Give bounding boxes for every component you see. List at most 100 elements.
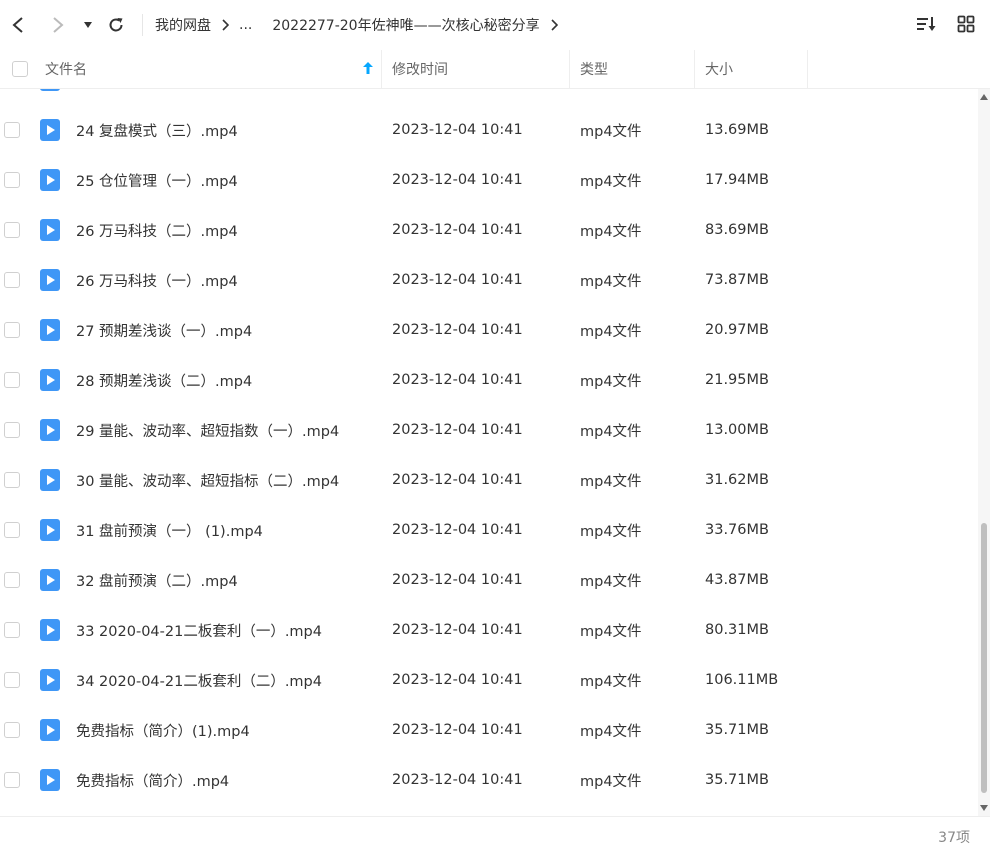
row-checkbox[interactable] — [4, 222, 20, 238]
row-checkbox-cell — [0, 222, 32, 238]
row-checkbox[interactable] — [4, 372, 20, 388]
file-size: 43.87MB — [705, 572, 769, 588]
row-checkbox-cell — [0, 672, 32, 688]
select-all-checkbox[interactable] — [12, 61, 28, 77]
column-header-mtime-label: 修改时间 — [392, 62, 448, 78]
row-checkbox[interactable] — [4, 122, 20, 138]
file-size: 31.62MB — [705, 472, 769, 488]
file-type: mp4文件 — [580, 373, 642, 390]
file-mtime: 2023-12-04 10:41 — [392, 722, 523, 738]
file-name[interactable]: 27 预期差浅谈（一）.mp4 — [68, 320, 382, 341]
sort-ascending-icon — [363, 62, 373, 74]
item-count: 37项 — [938, 830, 970, 846]
file-type: mp4文件 — [580, 623, 642, 640]
file-row[interactable]: 33 2020-04-21二板套利（一）.mp4 2023-12-04 10:41… — [0, 605, 978, 655]
file-name[interactable]: 免费指标（简介）(1).mp4 — [68, 720, 382, 741]
select-all-cell — [0, 50, 40, 88]
row-checkbox[interactable] — [4, 422, 20, 438]
file-mtime: 2023-12-04 10:41 — [392, 172, 523, 188]
file-name[interactable]: 23 复盘模式（二）.mp4 — [68, 89, 382, 91]
row-checkbox[interactable] — [4, 722, 20, 738]
row-checkbox[interactable] — [4, 522, 20, 538]
column-header-size-label: 大小 — [705, 62, 733, 78]
file-mtime: 2023-12-04 10:41 — [392, 572, 523, 588]
file-row[interactable]: 34 2020-04-21二板套利（二）.mp4 2023-12-04 10:41… — [0, 655, 978, 705]
grid-view-button[interactable] — [952, 10, 980, 38]
row-checkbox-cell — [0, 772, 32, 788]
scrollbar-thumb[interactable] — [981, 523, 987, 793]
file-row[interactable]: 30 量能、波动率、超短指标（二）.mp4 2023-12-04 10:41 mp4… — [0, 455, 978, 505]
column-header: 文件名 修改时间 类型 大小 — [0, 50, 990, 89]
file-name[interactable]: 32 盘前预演（二）.mp4 — [68, 570, 382, 591]
row-checkbox-cell — [0, 622, 32, 638]
file-name[interactable]: 25 仓位管理（一）.mp4 — [68, 170, 382, 191]
row-checkbox[interactable] — [4, 772, 20, 788]
column-header-name[interactable]: 文件名 — [40, 50, 382, 88]
file-name[interactable]: 26 万马科技（二）.mp4 — [68, 220, 382, 241]
video-file-icon — [40, 419, 68, 441]
file-size: 73.87MB — [705, 272, 769, 288]
file-name[interactable]: 24 复盘模式（三）.mp4 — [68, 120, 382, 141]
sort-menu-button[interactable] — [912, 10, 940, 38]
row-checkbox-cell — [0, 722, 32, 738]
file-row[interactable]: 24 复盘模式（三）.mp4 2023-12-04 10:41 mp4文件 13.69… — [0, 105, 978, 155]
file-row[interactable]: 23 复盘模式（二）.mp42023-12-04 10:41mp4文件12.89… — [0, 89, 978, 105]
row-checkbox-cell — [0, 322, 32, 338]
file-mtime: 2023-12-04 10:41 — [392, 272, 523, 288]
file-type: mp4文件 — [580, 523, 642, 540]
back-button[interactable] — [2, 9, 34, 41]
row-checkbox-cell — [0, 172, 32, 188]
video-file-icon — [40, 319, 68, 341]
row-checkbox[interactable] — [4, 322, 20, 338]
file-name[interactable]: 26 万马科技（一）.mp4 — [68, 270, 382, 291]
file-name[interactable]: 28 预期差浅谈（二）.mp4 — [68, 370, 382, 391]
row-checkbox-cell — [0, 572, 32, 588]
breadcrumb-item-root[interactable]: 我的网盘 — [155, 15, 211, 35]
file-type: mp4文件 — [580, 473, 642, 490]
file-row[interactable]: 26 万马科技（二）.mp4 2023-12-04 10:41 mp4文件 83.69… — [0, 205, 978, 255]
row-checkbox-cell — [0, 372, 32, 388]
file-name[interactable]: 29 量能、波动率、超短指数（一）.mp4 — [68, 420, 382, 441]
column-header-type[interactable]: 类型 — [570, 50, 695, 88]
breadcrumb-item-ellipsis[interactable]: ... — [239, 17, 252, 33]
file-row[interactable]: 25 仓位管理（一）.mp4 2023-12-04 10:41 mp4文件 17.94… — [0, 155, 978, 205]
refresh-icon — [109, 18, 123, 32]
file-row[interactable]: 免费指标（简介）.mp4 2023-12-04 10:41 mp4文件 35.71MB — [0, 755, 978, 805]
file-name[interactable]: 30 量能、波动率、超短指标（二）.mp4 — [68, 470, 382, 491]
file-size: 20.97MB — [705, 322, 769, 338]
row-checkbox[interactable] — [4, 272, 20, 288]
row-checkbox[interactable] — [4, 572, 20, 588]
file-list: 23 复盘模式（二）.mp42023-12-04 10:41mp4文件12.89… — [0, 89, 978, 816]
row-checkbox[interactable] — [4, 672, 20, 688]
file-name[interactable]: 31 盘前预演（一） (1).mp4 — [68, 520, 382, 541]
file-row[interactable]: 32 盘前预演（二）.mp4 2023-12-04 10:41 mp4文件 43.87… — [0, 555, 978, 605]
breadcrumb-separator-icon — [550, 19, 558, 31]
file-name[interactable]: 33 2020-04-21二板套利（一）.mp4 — [68, 620, 382, 641]
row-checkbox[interactable] — [4, 172, 20, 188]
history-dropdown-button[interactable] — [78, 9, 98, 41]
video-file-icon — [40, 269, 68, 291]
refresh-button[interactable] — [100, 9, 132, 41]
file-row[interactable]: 31 盘前预演（一） (1).mp4 2023-12-04 10:41 mp4文件 3… — [0, 505, 978, 555]
file-row[interactable]: 免费指标（简介）(1).mp4 2023-12-04 10:41 mp4文件 35.7… — [0, 705, 978, 755]
vertical-scrollbar[interactable] — [978, 89, 990, 816]
file-row[interactable]: 26 万马科技（一）.mp4 2023-12-04 10:41 mp4文件 73.87… — [0, 255, 978, 305]
row-checkbox[interactable] — [4, 622, 20, 638]
video-file-icon — [40, 669, 68, 691]
file-row[interactable]: 28 预期差浅谈（二）.mp4 2023-12-04 10:41 mp4文件 21.9… — [0, 355, 978, 405]
sort-list-icon — [917, 17, 936, 31]
row-checkbox[interactable] — [4, 472, 20, 488]
file-type: mp4文件 — [570, 89, 695, 91]
breadcrumb-item-current[interactable]: 2022277-20年佐神唯——次核心秘密分享 — [272, 15, 539, 35]
column-header-mtime[interactable]: 修改时间 — [382, 50, 570, 88]
column-header-size[interactable]: 大小 — [695, 50, 808, 88]
forward-button[interactable] — [42, 9, 74, 41]
file-name[interactable]: 34 2020-04-21二板套利（二）.mp4 — [68, 670, 382, 691]
file-row[interactable]: 27 预期差浅谈（一）.mp4 2023-12-04 10:41 mp4文件 20.9… — [0, 305, 978, 355]
scroll-up-arrow-icon[interactable] — [980, 93, 988, 101]
file-mtime: 2023-12-04 10:41 — [392, 372, 523, 388]
file-mtime: 2023-12-04 10:41 — [392, 522, 523, 538]
scroll-down-arrow-icon[interactable] — [980, 804, 988, 812]
file-name[interactable]: 免费指标（简介）.mp4 — [68, 770, 382, 791]
file-row[interactable]: 29 量能、波动率、超短指数（一）.mp4 2023-12-04 10:41 mp4… — [0, 405, 978, 455]
